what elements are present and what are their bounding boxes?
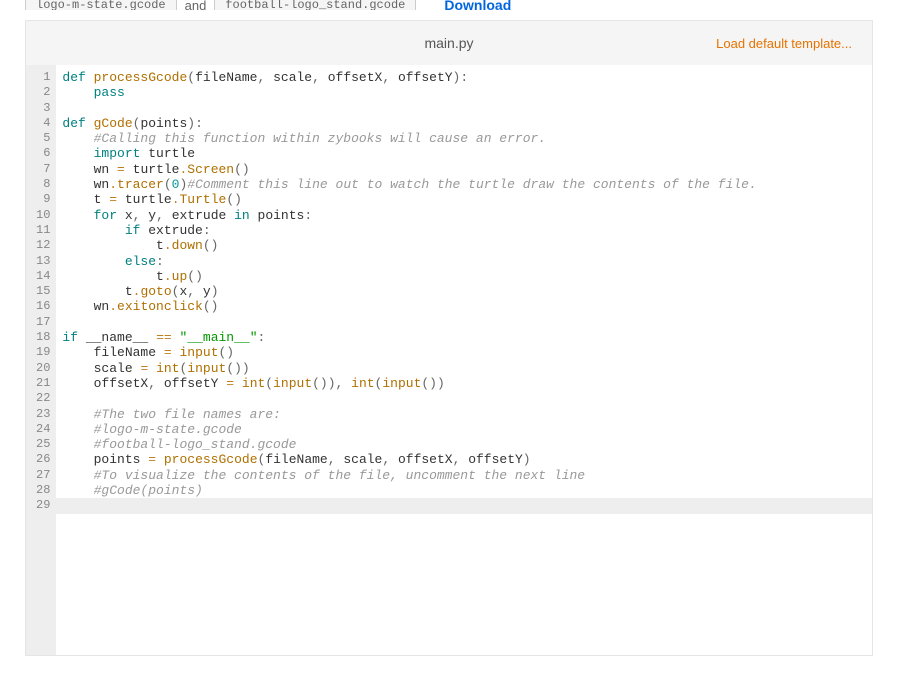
line-number: 20 <box>36 361 50 376</box>
line-number: 13 <box>36 254 50 269</box>
line-number: 25 <box>36 437 50 452</box>
file-info-bar: logo-m-state.gcode and football-logo_sta… <box>25 0 873 10</box>
line-number: 4 <box>36 116 50 131</box>
code-line-18[interactable]: if __name__ == "__main__": <box>56 330 872 345</box>
line-number: 14 <box>36 269 50 284</box>
code-line-21[interactable]: offsetX, offsetY = int(input()), int(inp… <box>56 376 872 391</box>
code-editor[interactable]: 1234567891011121314151617181920212223242… <box>26 65 872 655</box>
line-number-gutter: 1234567891011121314151617181920212223242… <box>26 65 56 655</box>
code-line-5[interactable]: #Calling this function within zybooks wi… <box>56 131 872 146</box>
code-line-3[interactable] <box>56 101 872 116</box>
code-line-24[interactable]: #logo-m-state.gcode <box>56 422 872 437</box>
code-line-17[interactable] <box>56 315 872 330</box>
code-line-4[interactable]: def gCode(points): <box>56 116 872 131</box>
and-label: and <box>185 0 207 10</box>
line-number: 3 <box>36 101 50 116</box>
code-line-20[interactable]: scale = int(input()) <box>56 361 872 376</box>
line-number: 26 <box>36 452 50 467</box>
code-line-15[interactable]: t.goto(x, y) <box>56 284 872 299</box>
line-number: 11 <box>36 223 50 238</box>
code-line-16[interactable]: wn.exitonclick() <box>56 299 872 314</box>
line-number: 12 <box>36 238 50 253</box>
file-chip-1: logo-m-state.gcode <box>25 0 177 10</box>
code-line-28[interactable]: #gCode(points) <box>56 483 872 498</box>
line-number: 28 <box>36 483 50 498</box>
code-line-29[interactable] <box>56 498 872 513</box>
file-tab[interactable]: main.py <box>424 35 473 51</box>
code-line-22[interactable] <box>56 391 872 406</box>
line-number: 16 <box>36 299 50 314</box>
line-number: 10 <box>36 208 50 223</box>
line-number: 9 <box>36 192 50 207</box>
code-line-11[interactable]: if extrude: <box>56 223 872 238</box>
line-number: 1 <box>36 70 50 85</box>
code-line-10[interactable]: for x, y, extrude in points: <box>56 208 872 223</box>
line-number: 15 <box>36 284 50 299</box>
line-number: 27 <box>36 468 50 483</box>
code-editor-panel: main.py Load default template... 1234567… <box>25 20 873 656</box>
line-number: 8 <box>36 177 50 192</box>
code-line-9[interactable]: t = turtle.Turtle() <box>56 192 872 207</box>
line-number: 29 <box>36 498 50 513</box>
code-line-27[interactable]: #To visualize the contents of the file, … <box>56 468 872 483</box>
line-number: 21 <box>36 376 50 391</box>
code-line-26[interactable]: points = processGcode(fileName, scale, o… <box>56 452 872 467</box>
line-number: 17 <box>36 315 50 330</box>
line-number: 7 <box>36 162 50 177</box>
line-number: 24 <box>36 422 50 437</box>
code-line-2[interactable]: pass <box>56 85 872 100</box>
line-number: 18 <box>36 330 50 345</box>
line-number: 2 <box>36 85 50 100</box>
line-number: 5 <box>36 131 50 146</box>
line-number: 22 <box>36 391 50 406</box>
editor-header: main.py Load default template... <box>26 21 872 65</box>
code-line-1[interactable]: def processGcode(fileName, scale, offset… <box>56 70 872 85</box>
code-body[interactable]: def processGcode(fileName, scale, offset… <box>56 65 872 655</box>
load-default-template-link[interactable]: Load default template... <box>716 36 852 51</box>
code-line-19[interactable]: fileName = input() <box>56 345 872 360</box>
line-number: 23 <box>36 407 50 422</box>
code-line-6[interactable]: import turtle <box>56 146 872 161</box>
code-line-14[interactable]: t.up() <box>56 269 872 284</box>
code-line-13[interactable]: else: <box>56 254 872 269</box>
code-line-23[interactable]: #The two file names are: <box>56 407 872 422</box>
line-number: 19 <box>36 345 50 360</box>
line-number: 6 <box>36 146 50 161</box>
download-link[interactable]: Download <box>444 0 511 10</box>
file-chip-2: football-logo_stand.gcode <box>214 0 416 10</box>
code-line-7[interactable]: wn = turtle.Screen() <box>56 162 872 177</box>
code-line-8[interactable]: wn.tracer(0)#Comment this line out to wa… <box>56 177 872 192</box>
code-line-25[interactable]: #football-logo_stand.gcode <box>56 437 872 452</box>
code-line-12[interactable]: t.down() <box>56 238 872 253</box>
